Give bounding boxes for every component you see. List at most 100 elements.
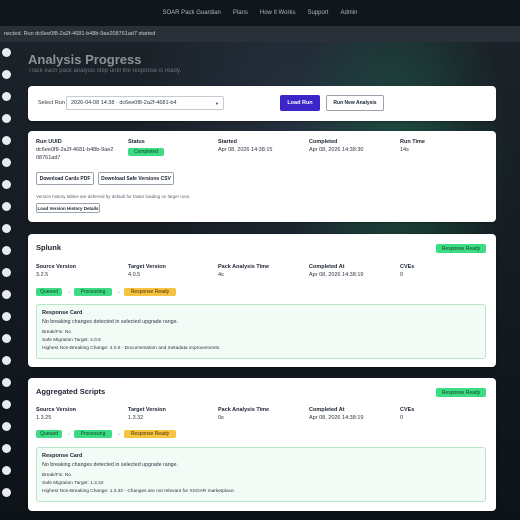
status-badge: Completed	[128, 148, 164, 156]
binder-ring	[2, 466, 11, 475]
binder-ring	[2, 444, 11, 453]
completed-at-label: Completed At	[309, 407, 345, 413]
pack-analysis-time-value: 4s	[218, 272, 224, 278]
target-version-value: 4.0.5	[128, 272, 141, 278]
started-label: Started	[218, 139, 237, 145]
pack-analysis-time-label: Pack Analysis Time	[218, 407, 270, 413]
load-version-history-button[interactable]: Load Version History Details	[36, 203, 100, 213]
arrow-right-icon: →	[66, 431, 71, 437]
run-select[interactable]: 2026-04-08 14:38 · dc6ee0f8-2a2f-4681-b4…	[66, 96, 224, 110]
run-uuid-label: Run UUID	[36, 139, 62, 145]
arrow-right-icon: →	[116, 431, 121, 437]
response-ready-badge: Response Ready	[436, 244, 486, 253]
binder-ring	[2, 268, 11, 277]
cves-label: CVEs	[400, 407, 415, 413]
binder-ring	[2, 378, 11, 387]
binder-ring	[2, 422, 11, 431]
run-uuid-line2: 08761ad7	[36, 155, 61, 161]
run-time-label: Run Time	[400, 139, 425, 145]
target-version-value: 1.3.32	[128, 415, 144, 421]
binder-ring	[2, 202, 11, 211]
top-nav: SOAR Pack Guardian Plans How It Works Su…	[0, 0, 520, 26]
binder-rings	[0, 48, 12, 520]
nav-support[interactable]: Support	[307, 10, 328, 16]
completed-at-value: Apr 08, 2026 14:38:19	[309, 415, 364, 421]
source-version-value: 3.2.5	[36, 272, 49, 278]
binder-ring	[2, 180, 11, 189]
highest-change-line: Highest Non-Breaking Change: 1.3.32 - Ch…	[42, 489, 236, 494]
nav-how-it-works[interactable]: How It Works	[260, 10, 296, 16]
arrow-right-icon: →	[116, 289, 121, 295]
select-run-label: Select Run	[38, 100, 65, 106]
cves-value: 0	[400, 415, 404, 421]
nav-plans[interactable]: Plans	[233, 10, 248, 16]
download-safe-versions-button[interactable]: Download Safe Versions CSV	[98, 172, 174, 185]
run-select-value: 2026-04-08 14:38 · dc6ee0f8-2a2f-4681-b4	[71, 100, 177, 106]
completed-at-label: Completed At	[309, 264, 345, 270]
status-banner: nected. Run dc6ee0f8-2a2f-4681-b48b-9ae2…	[0, 26, 520, 42]
binder-ring	[2, 290, 11, 299]
response-card: Response Card No breaking changes detect…	[36, 304, 486, 359]
run-selector-card: Select Run 2026-04-08 14:38 · dc6ee0f8-2…	[28, 86, 496, 121]
step-processing: Processing	[74, 430, 112, 438]
safe-migration-line: Safe Migration Target: 1.3.32	[42, 481, 104, 486]
safe-migration-line: Safe Migration Target: 4.0.5	[42, 338, 101, 343]
break-fix-line: Break/Fix: No	[42, 330, 72, 335]
pack-card-aggregated-scripts: Aggregated Scripts Response Ready Source…	[28, 378, 496, 511]
source-version-label: Source Version	[36, 264, 77, 270]
nav-admin[interactable]: Admin	[340, 10, 357, 16]
completed-at-value: Apr 08, 2026 14:38:19	[309, 272, 364, 278]
break-fix-line: Break/Fix: No	[42, 473, 72, 478]
run-info-card: Run UUID dc6ee0f8-2a2f-4681-b48b-9ae2 08…	[28, 131, 496, 222]
binder-ring	[2, 136, 11, 145]
pack-card-splunk: Splunk Response Ready Source Version 3.2…	[28, 234, 496, 367]
binder-ring	[2, 334, 11, 343]
pack-analysis-time-value: 0s	[218, 415, 224, 421]
pack-name: Aggregated Scripts	[36, 387, 106, 396]
status-label: Status	[128, 139, 145, 145]
binder-ring	[2, 92, 11, 101]
source-version-value: 1.3.25	[36, 415, 52, 421]
response-card: Response Card No breaking changes detect…	[36, 447, 486, 502]
history-note: Version history tables are deferred by d…	[36, 194, 191, 199]
page-subtitle: Track each pack analysis step until the …	[28, 68, 182, 74]
step-queued: Queued	[36, 430, 62, 438]
pack-analysis-time-label: Pack Analysis Time	[218, 264, 270, 270]
binder-ring	[2, 48, 11, 57]
binder-ring	[2, 114, 11, 123]
download-cards-pdf-button[interactable]: Download Cards PDF	[36, 172, 94, 185]
arrow-right-icon: →	[66, 289, 71, 295]
completed-value: Apr 08, 2026 14:38:30	[309, 147, 364, 153]
response-ready-badge: Response Ready	[436, 388, 486, 397]
binder-ring	[2, 488, 11, 497]
binder-ring	[2, 158, 11, 167]
run-uuid-line1: dc6ee0f8-2a2f-4681-b48b-9ae2	[36, 147, 114, 153]
chevron-down-icon: ▼	[215, 100, 219, 106]
binder-ring	[2, 70, 11, 79]
binder-ring	[2, 246, 11, 255]
response-card-title: Response Card	[42, 310, 83, 316]
page-title: Analysis Progress	[28, 52, 142, 67]
target-version-label: Target Version	[128, 264, 166, 270]
load-run-button[interactable]: Load Run	[280, 95, 320, 111]
cves-label: CVEs	[400, 264, 415, 270]
response-card-summary: No breaking changes detected in selected…	[42, 462, 179, 468]
step-processing: Processing	[74, 288, 112, 296]
cves-value: 0	[400, 272, 404, 278]
binder-ring	[2, 224, 11, 233]
run-time-value: 14s	[400, 147, 409, 153]
source-version-label: Source Version	[36, 407, 77, 413]
binder-ring	[2, 312, 11, 321]
completed-label: Completed	[309, 139, 338, 145]
pack-name: Splunk	[36, 243, 62, 252]
binder-ring	[2, 400, 11, 409]
run-new-analysis-button[interactable]: Run New Analysis	[326, 95, 384, 111]
response-card-title: Response Card	[42, 453, 83, 459]
target-version-label: Target Version	[128, 407, 166, 413]
step-response-ready: Response Ready	[124, 288, 176, 296]
response-card-summary: No breaking changes detected in selected…	[42, 319, 179, 325]
started-value: Apr 08, 2026 14:38:15	[218, 147, 273, 153]
step-queued: Queued	[36, 288, 62, 296]
nav-brand[interactable]: SOAR Pack Guardian	[163, 10, 221, 16]
binder-ring	[2, 356, 11, 365]
